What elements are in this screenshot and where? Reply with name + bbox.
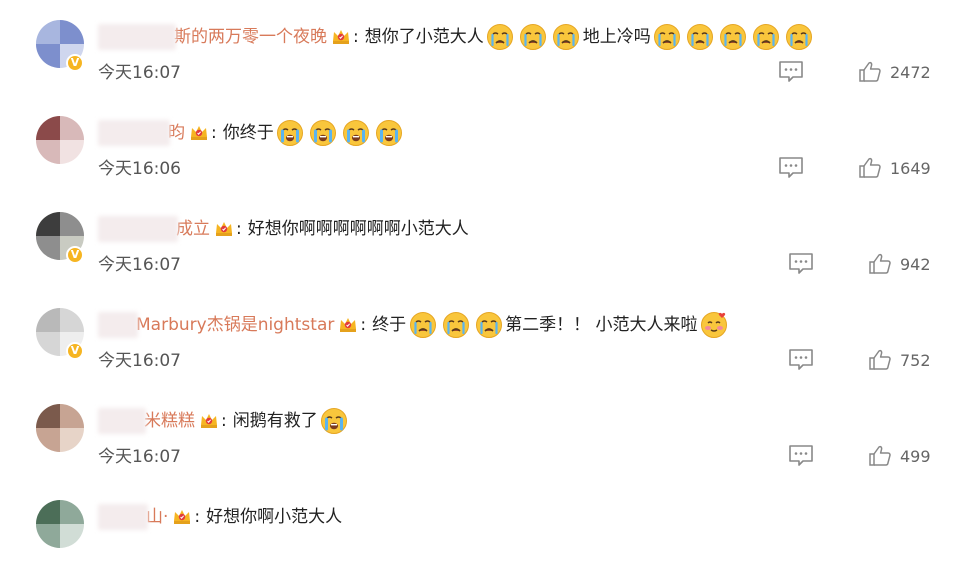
- reply-icon[interactable]: [778, 60, 804, 84]
- crying-face-icon: [686, 23, 714, 51]
- like-count: 752: [900, 350, 931, 370]
- like-count: 1649: [890, 158, 931, 178]
- sobbing-face-icon: [309, 119, 337, 147]
- crying-face-icon: [475, 311, 503, 339]
- verified-badge-icon: V: [66, 342, 84, 360]
- like-button[interactable]: 942: [860, 252, 931, 276]
- username-redaction: [98, 504, 148, 530]
- comment-text: 地上冷吗: [582, 27, 651, 47]
- username-link[interactable]: 成立: [176, 214, 210, 244]
- comment-item: 山·: 好想你啊小范大人: [0, 480, 954, 576]
- comment-timestamp: 今天16:07: [98, 63, 181, 83]
- comment-body: 斯的两万零一个夜晚: 想你了小范大人 地上冷吗: [98, 22, 816, 52]
- sobbing-face-icon: [276, 119, 304, 147]
- like-button[interactable]: 2472: [850, 60, 931, 84]
- verified-badge-icon: V: [66, 54, 84, 72]
- sobbing-face-icon: [320, 407, 348, 435]
- like-button[interactable]: 499: [860, 444, 931, 468]
- thumbs-up-icon: [868, 444, 892, 468]
- avatar[interactable]: [36, 500, 84, 548]
- username-redaction: [98, 120, 170, 146]
- crying-face-icon: [409, 311, 437, 339]
- comment-text: 终于: [372, 315, 407, 335]
- like-button[interactable]: 752: [860, 348, 931, 372]
- fan-crown-icon[interactable]: [331, 27, 351, 47]
- colon-separator: :: [221, 411, 227, 431]
- comment-text: 闲鹅有救了: [232, 411, 318, 431]
- thumbs-up-icon: [858, 156, 882, 180]
- comment-text: 好想你啊啊啊啊啊啊小范大人: [247, 219, 469, 239]
- like-button[interactable]: 1649: [850, 156, 931, 180]
- crying-face-icon: [442, 311, 470, 339]
- sobbing-face-icon: [375, 119, 403, 147]
- colon-separator: :: [211, 123, 217, 143]
- like-count: 942: [900, 254, 931, 274]
- comment-text: 第二季！！ 小范大人来啦: [505, 315, 698, 335]
- username-redaction: [98, 24, 176, 50]
- username-redaction: [98, 408, 146, 434]
- like-count: 499: [900, 446, 931, 466]
- comment-body: 昀: 你终于: [98, 118, 406, 148]
- reply-icon[interactable]: [778, 156, 804, 180]
- comment-body: 成立: 好想你啊啊啊啊啊啊小范大人: [98, 214, 469, 244]
- reply-icon[interactable]: [788, 444, 814, 468]
- fan-crown-icon[interactable]: [338, 315, 358, 335]
- comment-timestamp: 今天16:07: [98, 255, 181, 275]
- username-link[interactable]: 斯的两万零一个夜晚: [174, 22, 327, 52]
- loving-face-icon: [700, 311, 728, 339]
- comment-body: 米糕糕: 闲鹅有救了: [98, 406, 351, 436]
- username-link[interactable]: Marbury杰锅是nightstar: [136, 310, 334, 340]
- comment-timestamp: 今天16:07: [98, 447, 181, 467]
- crying-face-icon: [653, 23, 681, 51]
- sobbing-face-icon: [342, 119, 370, 147]
- comment-item: 昀: 你终于今天16:06 1649: [0, 96, 954, 192]
- comment-timestamp: 今天16:06: [98, 159, 181, 179]
- fan-crown-icon[interactable]: [199, 411, 219, 431]
- colon-separator: :: [360, 315, 367, 335]
- comment-timestamp: 今天16:07: [98, 351, 181, 371]
- username-redaction: [98, 216, 178, 242]
- fan-crown-icon[interactable]: [189, 123, 209, 143]
- username-link[interactable]: 米糕糕: [144, 406, 195, 436]
- like-count: 2472: [890, 62, 931, 82]
- avatar[interactable]: [36, 116, 84, 164]
- thumbs-up-icon: [868, 348, 892, 372]
- avatar[interactable]: [36, 404, 84, 452]
- comment-item: 米糕糕: 闲鹅有救了今天16:07 499: [0, 384, 954, 480]
- crying-face-icon: [719, 23, 747, 51]
- colon-separator: :: [236, 219, 242, 239]
- comment-item: V 成立: 好想你啊啊啊啊啊啊小范大人今天16:07 942: [0, 192, 954, 288]
- reply-icon[interactable]: [788, 252, 814, 276]
- username-link[interactable]: 昀: [168, 118, 185, 148]
- crying-face-icon: [519, 23, 547, 51]
- reply-icon[interactable]: [788, 348, 814, 372]
- comment-text: 想你了小范大人: [364, 27, 484, 47]
- crying-face-icon: [785, 23, 813, 51]
- fan-crown-icon[interactable]: [172, 507, 192, 527]
- comment-item: V Marbury杰锅是nightstar: 终于 第二季！！ 小范大人来啦今天16:…: [0, 288, 954, 384]
- crying-face-icon: [752, 23, 780, 51]
- comment-text: 你终于: [222, 123, 274, 143]
- verified-badge-icon: V: [66, 246, 84, 264]
- crying-face-icon: [552, 23, 580, 51]
- thumbs-up-icon: [858, 60, 882, 84]
- thumbs-up-icon: [868, 252, 892, 276]
- comment-item: V 斯的两万零一个夜晚: 想你了小范大人 地上冷吗今天16:07 2472: [0, 0, 954, 96]
- comment-body: Marbury杰锅是nightstar: 终于 第二季！！ 小范大人来啦: [98, 310, 731, 340]
- username-redaction: [98, 312, 138, 338]
- fan-crown-icon[interactable]: [214, 219, 234, 239]
- crying-face-icon: [486, 23, 514, 51]
- colon-separator: :: [353, 27, 359, 47]
